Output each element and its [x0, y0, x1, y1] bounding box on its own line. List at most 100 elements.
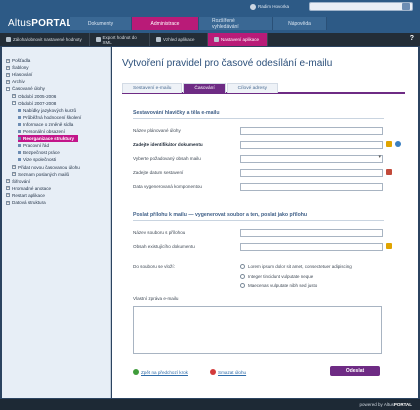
sidebar-item-postadla[interactable]: + Pošťadla: [6, 57, 30, 64]
tab-sestaveni-e-mailu[interactable]: Sestavení e-mailu: [122, 83, 183, 93]
action-vzhled-aplikace[interactable]: Vzhled aplikace: [150, 33, 208, 46]
sidebar-item-label: Šifrování: [12, 178, 31, 184]
radio-group-label: Do souboru se vloží:: [133, 264, 175, 269]
text-field[interactable]: [240, 127, 383, 135]
field-label: Zadejte datum sestavení: [133, 170, 184, 175]
sidebar-item-sifrovani[interactable]: + Šifrování: [6, 178, 30, 185]
sidebar-item-label: Restart aplikace: [12, 192, 45, 198]
user-icon: [250, 3, 256, 10]
sidebar-item-pridat-novou-casovanou-ulohu[interactable]: + Přidat novou časovanou úlohu: [12, 164, 80, 171]
sidebar-item-label: Personální obsazení: [23, 129, 65, 134]
expand-toggle-icon[interactable]: +: [6, 186, 10, 191]
sidebar-item-datova-struktura[interactable]: + Datová struktura: [6, 199, 46, 206]
sidebar-item-label: Období 2005-2006: [18, 93, 57, 99]
help-button[interactable]: ?: [410, 35, 414, 42]
sidebar-item-archiv[interactable]: + Archiv: [6, 78, 25, 85]
text-field[interactable]: [240, 229, 383, 237]
sidebar-item-label: Seznam poslaných mailů: [18, 171, 70, 177]
expand-toggle-icon[interactable]: +: [6, 79, 10, 84]
expand-toggle-icon[interactable]: +: [6, 179, 10, 184]
folder-icon[interactable]: [386, 243, 392, 249]
sidebar-item-nabidky-jazykovych-kurzu[interactable]: Nabídky jazykových kurzů: [18, 107, 76, 114]
nav-tab-administrace[interactable]: Administrace: [132, 17, 199, 30]
refresh-icon[interactable]: [395, 141, 401, 147]
sidebar-item-personalni-obsazeni[interactable]: Personální obsazení: [18, 128, 65, 135]
field-label: Vyberte požadovaný obsah mailu: [133, 156, 201, 161]
nav-tab-rozsirene-vyhledavani[interactable]: Rozšířené vyhledávání: [199, 17, 273, 30]
sidebar-item-vize-spolecnosti[interactable]: Vize společnosti: [18, 156, 56, 163]
radio-button[interactable]: [240, 273, 245, 279]
expand-toggle-icon[interactable]: +: [6, 200, 10, 205]
tab-cilove-adresy[interactable]: Cílové adresy: [226, 83, 278, 93]
sidebar-item-hromadne-anotace[interactable]: + Hromadné anotace: [6, 185, 51, 192]
user-info[interactable]: Radim Hovorka: [250, 2, 307, 11]
expand-toggle-icon[interactable]: +: [6, 58, 10, 63]
bullet-icon: [18, 108, 21, 112]
content-select[interactable]: [240, 154, 383, 163]
expand-toggle-icon[interactable]: −: [6, 86, 10, 91]
bullet-icon: [18, 122, 21, 126]
sidebar-item-seznam-poslanych-mailu[interactable]: + Seznam poslaných mailů: [12, 171, 69, 178]
radio-button[interactable]: [240, 264, 245, 269]
sidebar-item-label: Hlasování: [12, 72, 33, 78]
sidebar-item-bezpecnost-prace[interactable]: Bezpečnost práce: [18, 149, 60, 156]
sidebar-item-sablony[interactable]: + Šablony: [6, 64, 29, 71]
expand-toggle-icon[interactable]: +: [6, 72, 10, 77]
sidebar-item-label: Archiv: [12, 79, 25, 85]
message-textarea[interactable]: [133, 306, 382, 354]
sidebar-item-casovane-ulohy[interactable]: − Časované úlohy: [6, 85, 45, 92]
text-field[interactable]: [240, 169, 383, 177]
delete-task-link[interactable]: Smazat úlohu: [210, 369, 246, 375]
logo-text: Altus: [8, 18, 32, 29]
search-input[interactable]: [309, 2, 413, 11]
radio-option[interactable]: Integer tincidunt vulputate neque: [240, 273, 314, 279]
radio-option[interactable]: Lorem ipsum dolor sit amet, consectetuer…: [240, 264, 352, 269]
expand-toggle-icon[interactable]: +: [12, 172, 16, 177]
nav-tab-napoveda[interactable]: Nápověda: [273, 17, 327, 30]
document-pick-icon[interactable]: [386, 141, 392, 147]
calendar-icon[interactable]: [386, 169, 392, 175]
action-export-hodnot-do-xml[interactable]: Export hodnot do XML: [90, 33, 150, 46]
bullet-icon: [18, 144, 21, 148]
footer-brand-bold: PORTAL: [393, 402, 412, 407]
tab-bar: Sestavení e-mailu Časování Cílové adresy: [122, 83, 405, 94]
sidebar-item-obdobi-2005-2006[interactable]: + Období 2005-2006: [12, 93, 56, 100]
form-row: Data vygenerovaná komponentou: [133, 183, 403, 191]
textarea-label: Vlastní zpráva e-mailu: [133, 296, 179, 301]
sidebar-item-label: Pošťadla: [12, 58, 31, 63]
expand-toggle-icon[interactable]: +: [12, 165, 16, 169]
tab-casovani[interactable]: Časování: [183, 83, 226, 93]
action-nastaveni-aplikace[interactable]: Nastavení aplikace: [208, 33, 268, 46]
sidebar-item-prubezna-hodnoceni-skoleni[interactable]: Průběžná hodnocení školení: [18, 114, 81, 121]
search-button[interactable]: [402, 3, 410, 10]
text-field[interactable]: [240, 243, 383, 251]
radio-option[interactable]: Maecenas vulputate nibh sed justo: [240, 283, 317, 288]
divider: [133, 220, 384, 221]
text-field[interactable]: [240, 141, 383, 149]
prev-step-label: Zpět na předchozí krok: [141, 369, 188, 375]
bullet-icon: [18, 158, 21, 162]
sidebar-item-pracovni-rad[interactable]: Pracovní řád: [18, 142, 49, 149]
send-button[interactable]: Odeslat: [330, 366, 380, 376]
sidebar-item-label: Reorganizace struktury: [23, 136, 75, 142]
sidebar-item-restart-aplikace[interactable]: + Restart aplikace: [6, 192, 45, 199]
app-logo[interactable]: AltusPORTAL: [8, 18, 73, 29]
text-field[interactable]: [240, 183, 383, 191]
expand-toggle-icon[interactable]: +: [12, 94, 16, 98]
bullet-icon: [18, 151, 21, 155]
sidebar-item-obdobi-2007-2008[interactable]: − Období 2007-2008: [12, 100, 56, 107]
delete-task-label: Smazat úlohu: [218, 369, 247, 375]
action-zaloha-obnovit-nastavene-hodnoty[interactable]: Záloha/obnovit nastavené hodnoty: [0, 33, 90, 46]
sidebar-item-reorganizace-struktury[interactable]: Reorganizace struktury: [18, 135, 78, 143]
field-label: Obsah existujícího dokumentu: [133, 244, 195, 249]
radio-button[interactable]: [240, 283, 245, 288]
expand-toggle-icon[interactable]: +: [6, 65, 10, 70]
nav-tab-dokumenty[interactable]: Dokumenty: [70, 17, 132, 30]
expand-toggle-icon[interactable]: +: [6, 193, 10, 198]
radio-option-label: Integer tincidunt vulputate neque: [248, 273, 314, 279]
sidebar-item-hlasovani[interactable]: + Hlasování: [6, 71, 32, 78]
bullet-icon: [18, 137, 21, 141]
prev-step-link[interactable]: Zpět na předchozí krok: [133, 369, 188, 375]
expand-toggle-icon[interactable]: −: [12, 101, 16, 106]
sidebar-item-informace-o-zmene-sidla[interactable]: Informace o změně sídla: [18, 121, 73, 128]
